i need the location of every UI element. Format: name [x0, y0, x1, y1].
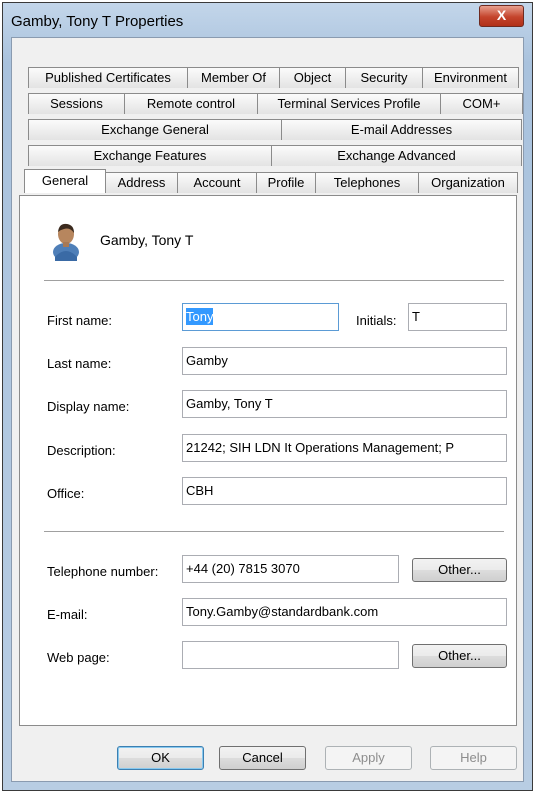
user-display-header: Gamby, Tony T [100, 232, 194, 248]
description-label: Description: [47, 443, 116, 458]
title-bar: Gamby, Tony T Properties X [3, 3, 532, 37]
webpage-label: Web page: [47, 650, 110, 665]
tab-exchange-general[interactable]: Exchange General [28, 119, 282, 140]
tab-published-certificates[interactable]: Published Certificates [28, 67, 188, 88]
general-tab-panel: Gamby, Tony T First name: Tony Initials:… [19, 195, 517, 726]
close-button[interactable]: X [479, 5, 524, 27]
last-name-label: Last name: [47, 356, 112, 371]
tab-row-3: Exchange General E-mail Addresses [28, 119, 522, 140]
tab-sessions[interactable]: Sessions [28, 93, 125, 114]
tab-row-2: Sessions Remote control Terminal Service… [28, 93, 523, 114]
telephone-field[interactable]: +44 (20) 7815 3070 [182, 555, 399, 583]
user-icon [53, 223, 79, 261]
tab-telephones[interactable]: Telephones [315, 172, 419, 193]
description-field[interactable]: 21242; SIH LDN It Operations Management;… [182, 434, 507, 462]
tab-account[interactable]: Account [177, 172, 257, 193]
telephone-label: Telephone number: [47, 564, 159, 579]
webpage-other-button[interactable]: Other... [412, 644, 507, 668]
telephone-other-button[interactable]: Other... [412, 558, 507, 582]
first-name-label: First name: [47, 313, 113, 328]
tab-exchange-features[interactable]: Exchange Features [28, 145, 272, 166]
tab-terminal-services-profile[interactable]: Terminal Services Profile [257, 93, 441, 114]
tab-com-plus[interactable]: COM+ [440, 93, 523, 114]
cancel-button[interactable]: Cancel [219, 746, 306, 770]
office-field[interactable]: CBH [182, 477, 507, 505]
tab-exchange-advanced[interactable]: Exchange Advanced [271, 145, 522, 166]
tab-general[interactable]: General [24, 169, 106, 193]
tab-row-1: Published Certificates Member Of Object … [28, 67, 519, 88]
tab-organization[interactable]: Organization [418, 172, 518, 193]
window-title: Gamby, Tony T Properties [11, 13, 184, 30]
divider [44, 280, 504, 282]
display-name-field[interactable]: Gamby, Tony T [182, 390, 507, 418]
office-label: Office: [47, 486, 85, 501]
first-name-field[interactable]: Tony [182, 303, 339, 331]
tab-row-5: General Address Account Profile Telephon… [24, 169, 518, 193]
tab-object[interactable]: Object [279, 67, 346, 88]
tab-profile[interactable]: Profile [256, 172, 316, 193]
tab-email-addresses[interactable]: E-mail Addresses [281, 119, 522, 140]
tab-address[interactable]: Address [105, 172, 178, 193]
help-button[interactable]: Help [430, 746, 517, 770]
first-name-value: Tony [186, 308, 214, 325]
tab-security[interactable]: Security [345, 67, 423, 88]
apply-button[interactable]: Apply [325, 746, 412, 770]
tab-member-of[interactable]: Member Of [187, 67, 280, 88]
divider [44, 531, 504, 533]
initials-field[interactable]: T [408, 303, 507, 331]
tab-row-4: Exchange Features Exchange Advanced [28, 145, 522, 166]
initials-label: Initials: [356, 313, 397, 328]
email-label: E-mail: [47, 607, 88, 622]
last-name-field[interactable]: Gamby [182, 347, 507, 375]
tab-remote-control[interactable]: Remote control [124, 93, 258, 114]
display-name-label: Display name: [47, 399, 130, 414]
ok-button[interactable]: OK [117, 746, 204, 770]
webpage-field[interactable] [182, 641, 399, 669]
email-field[interactable]: Tony.Gamby@standardbank.com [182, 598, 507, 626]
tab-environment[interactable]: Environment [422, 67, 519, 88]
